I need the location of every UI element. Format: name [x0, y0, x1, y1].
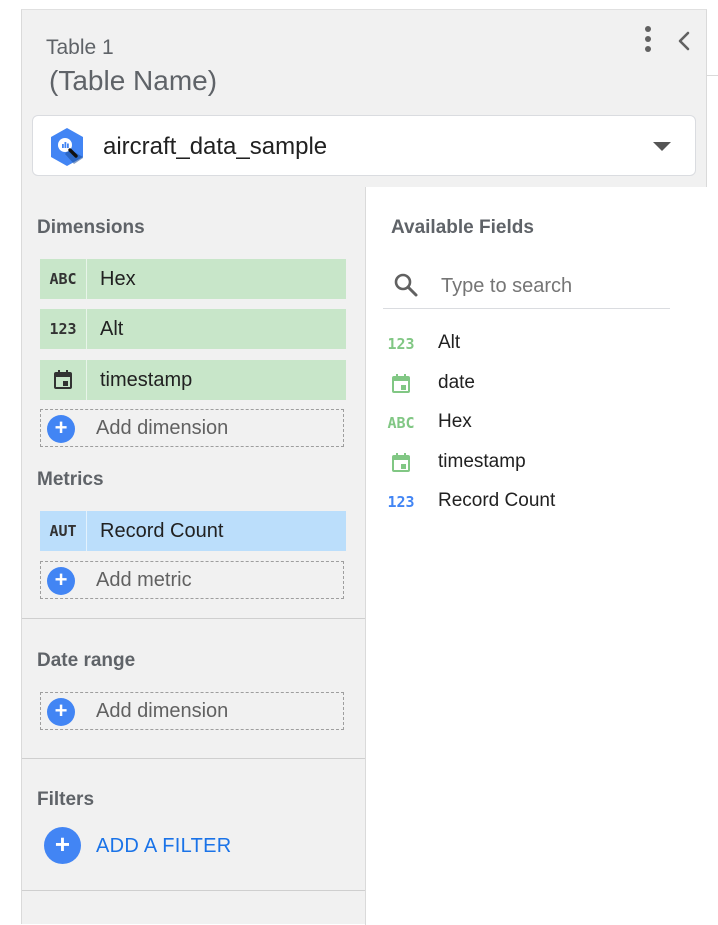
- available-field-date[interactable]: date: [386, 367, 686, 399]
- chevron-left-icon[interactable]: [672, 26, 698, 56]
- dimension-chip-alt[interactable]: 123 Alt: [40, 309, 346, 349]
- more-vert-icon[interactable]: [640, 26, 656, 58]
- component-title: Table 1: [46, 36, 114, 59]
- component-subtitle[interactable]: (Table Name): [49, 65, 217, 97]
- data-source-selector[interactable]: aircraft_data_sample: [32, 115, 696, 176]
- search-input[interactable]: Type to search: [441, 275, 572, 298]
- add-filter-button[interactable]: ADD A FILTER: [96, 835, 232, 858]
- available-field-hex[interactable]: ABC Hex: [386, 406, 686, 438]
- add-dimension-label: Add dimension: [96, 417, 229, 439]
- calendar-icon: [386, 371, 416, 397]
- text-type-icon: ABC: [40, 259, 87, 299]
- add-metric-label: Add metric: [96, 569, 192, 591]
- setup-column: Dimensions ABC Hex 123 Alt timestamp + A…: [22, 187, 365, 925]
- number-type-icon: 123: [387, 335, 415, 353]
- add-date-range-button[interactable]: + Add dimension: [40, 692, 344, 730]
- field-label: Alt: [438, 332, 461, 353]
- available-fields-title: Available Fields: [391, 217, 534, 238]
- properties-panel: Table 1 (Table Name) aircraft_data_sampl…: [21, 9, 708, 925]
- field-search[interactable]: Type to search: [383, 262, 670, 309]
- dimension-chip-hex[interactable]: ABC Hex: [40, 259, 346, 299]
- plus-icon: +: [47, 698, 75, 726]
- section-divider: [22, 758, 365, 759]
- dimension-label: Alt: [100, 318, 124, 340]
- number-type-icon: 123: [387, 493, 415, 511]
- metric-chip-record-count[interactable]: AUT Record Count: [40, 511, 346, 551]
- dimension-label: Hex: [100, 268, 136, 290]
- dimension-label: timestamp: [100, 369, 193, 391]
- field-label: Hex: [438, 411, 472, 432]
- calendar-icon: [40, 360, 87, 400]
- add-dimension-button[interactable]: + Add dimension: [40, 409, 344, 447]
- plus-icon: +: [47, 567, 75, 595]
- bigquery-icon: [47, 127, 87, 167]
- available-field-record-count[interactable]: 123 Record Count: [386, 485, 686, 517]
- section-divider: [22, 618, 365, 619]
- number-type-icon: 123: [40, 309, 87, 349]
- text-type-icon: ABC: [387, 414, 415, 432]
- date-range-title: Date range: [37, 650, 136, 671]
- add-date-range-label: Add dimension: [96, 700, 229, 722]
- field-label: timestamp: [438, 451, 526, 472]
- available-fields-column: Available Fields Type to search 123 Alt: [365, 187, 708, 925]
- dimensions-title: Dimensions: [37, 217, 145, 238]
- available-field-timestamp[interactable]: timestamp: [386, 446, 686, 478]
- data-source-name: aircraft_data_sample: [103, 133, 328, 160]
- filters-title: Filters: [37, 789, 95, 810]
- field-label: Record Count: [438, 490, 556, 511]
- metric-label: Record Count: [100, 520, 224, 542]
- aggregation-type-icon: AUT: [40, 511, 87, 551]
- add-metric-button[interactable]: + Add metric: [40, 561, 344, 599]
- section-divider: [22, 890, 365, 891]
- calendar-icon: [386, 450, 416, 476]
- available-field-alt[interactable]: 123 Alt: [386, 327, 686, 359]
- dropdown-arrow-icon[interactable]: [653, 142, 671, 151]
- plus-icon: +: [47, 415, 75, 443]
- search-icon: [394, 273, 418, 297]
- background-divider: [707, 75, 718, 76]
- metrics-title: Metrics: [37, 469, 104, 490]
- add-filter-plus-icon[interactable]: +: [44, 827, 81, 864]
- dimension-chip-timestamp[interactable]: timestamp: [40, 360, 346, 400]
- field-label: date: [438, 372, 475, 393]
